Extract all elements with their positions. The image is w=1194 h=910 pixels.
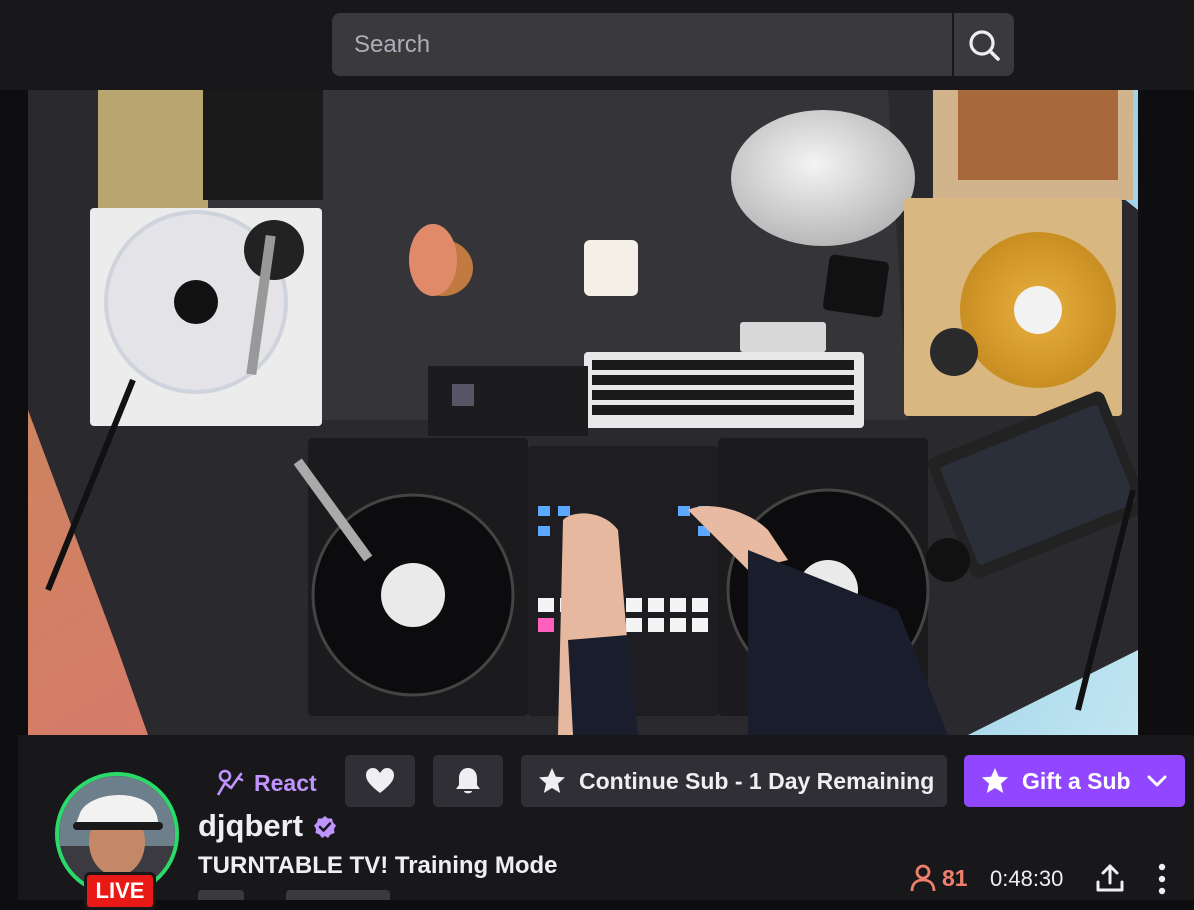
gift-sub-button[interactable]: Gift a Sub [964, 755, 1185, 807]
player-right-gutter [1138, 90, 1194, 735]
react-label: React [254, 769, 317, 796]
gift-sub-label: Gift a Sub [1022, 767, 1131, 794]
follow-button[interactable] [345, 755, 415, 807]
viewer-count: 81 [910, 864, 968, 892]
search-icon [969, 29, 1000, 61]
share-icon[interactable] [1094, 862, 1126, 894]
react-button[interactable]: React [214, 760, 317, 806]
more-vertical-icon[interactable] [1150, 862, 1174, 896]
search-button[interactable] [952, 13, 1014, 76]
stream-video-frame [28, 90, 1138, 735]
category-link-peek [198, 890, 244, 900]
channel-name-link[interactable]: djqbert [198, 808, 303, 844]
player-left-gutter [0, 90, 28, 735]
search-input[interactable] [332, 13, 952, 76]
heart-icon [366, 768, 394, 793]
top-nav-bar [0, 0, 1194, 91]
video-player[interactable] [28, 90, 1138, 735]
viewer-count-value: 81 [942, 864, 968, 891]
star-icon [539, 768, 565, 793]
tag-chip-peek [286, 890, 390, 900]
bell-icon [456, 768, 480, 794]
continue-sub-button[interactable]: Continue Sub - 1 Day Remaining [521, 755, 947, 807]
search-bar [332, 13, 1014, 76]
notifications-button[interactable] [433, 755, 503, 807]
chevron-down-icon[interactable] [1145, 769, 1169, 793]
continue-sub-label: Continue Sub - 1 Day Remaining [579, 767, 935, 794]
gift-star-icon [982, 768, 1008, 793]
person-icon [910, 864, 936, 892]
live-badge: LIVE [84, 872, 156, 910]
stream-uptime: 0:48:30 [990, 866, 1064, 891]
react-icon [216, 769, 244, 796]
stream-title: TURNTABLE TV! Training Mode [198, 852, 558, 879]
verified-badge-icon [314, 816, 336, 838]
